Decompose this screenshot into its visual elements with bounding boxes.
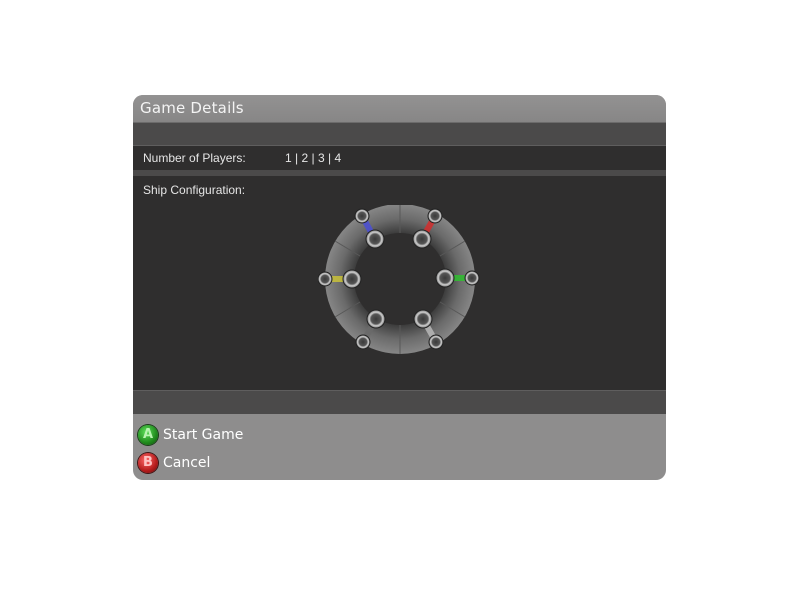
ship-configuration-panel: Ship Configuration: bbox=[133, 176, 666, 390]
player-count-option-3[interactable]: 3 bbox=[318, 151, 325, 165]
a-button-icon: A bbox=[138, 425, 158, 445]
option-separator: | bbox=[324, 151, 335, 165]
dialog-title-bar: Game Details bbox=[133, 95, 666, 123]
player-count-option-1[interactable]: 1 bbox=[285, 151, 292, 165]
b-button-icon: B bbox=[138, 453, 158, 473]
start-game-label: Start Game bbox=[163, 427, 244, 443]
cancel-label: Cancel bbox=[163, 455, 211, 471]
player-count-options: 1 | 2 | 3 | 4 bbox=[285, 151, 341, 165]
option-separator: | bbox=[291, 151, 302, 165]
player-count-option-4[interactable]: 4 bbox=[334, 151, 341, 165]
ship-ring-hole bbox=[354, 233, 446, 325]
ship-ring-diagram bbox=[318, 205, 480, 354]
dialog-title: Game Details bbox=[140, 99, 244, 117]
bottom-divider-strip bbox=[133, 390, 666, 414]
top-divider-strip bbox=[133, 123, 666, 146]
number-of-players-row: Number of Players: 1 | 2 | 3 | 4 bbox=[133, 146, 666, 170]
option-separator: | bbox=[308, 151, 318, 165]
game-details-dialog: Game Details Number of Players: 1 | 2 | … bbox=[133, 95, 666, 480]
number-of-players-label: Number of Players: bbox=[143, 151, 246, 165]
ship-configuration-label: Ship Configuration: bbox=[143, 183, 246, 197]
